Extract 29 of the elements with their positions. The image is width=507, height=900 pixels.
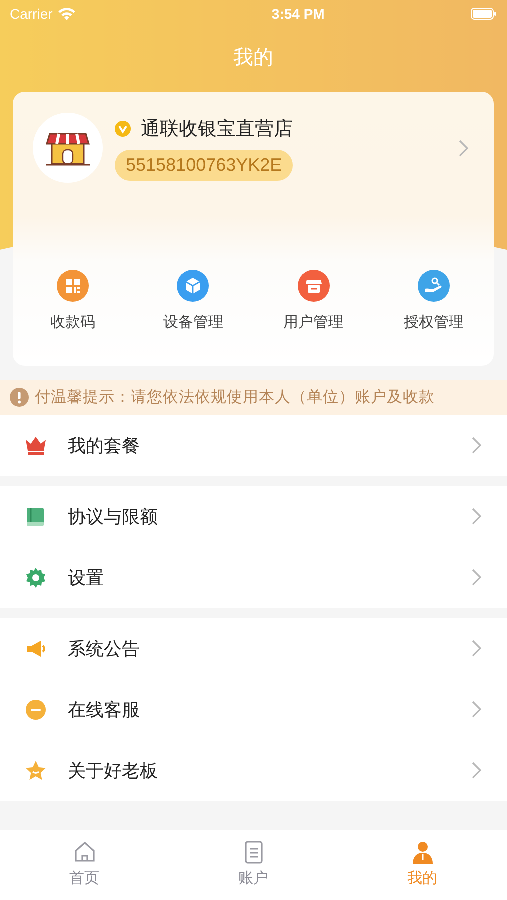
quick-action-button[interactable]: 授权管理 [374,270,494,332]
menu-item[interactable]: 关于好老板 [0,740,507,801]
menu-item[interactable]: 在线客服 [0,679,507,740]
menu-item[interactable]: 我的套餐 [0,415,507,476]
quick-action-button[interactable]: 用户管理 [254,270,374,332]
menu-item[interactable]: 系统公告 [0,618,507,679]
status-time: 3:54 PM [272,6,325,22]
chevron-right-icon [459,140,469,156]
chevron-right-icon [472,569,482,586]
battery-icon [470,8,497,20]
chevron-right-icon [472,508,482,525]
menu-item[interactable]: 协议与限额 [0,486,507,547]
merchant-id-badge: 55158100763YK2E [115,150,294,180]
chat-icon [24,698,48,722]
chevron-right-icon [472,762,482,779]
chevron-right-icon [472,437,482,454]
page-title: 我的 [234,44,274,70]
star-icon [24,758,48,782]
chevron-right-icon [472,640,482,657]
store-name: 通联收银宝直营店 [141,116,293,142]
chevron-right-icon [472,701,482,718]
menu-item[interactable]: 设置 [0,547,507,608]
wifi-icon [58,8,76,20]
quick-action-button[interactable]: 收款码 [13,270,134,332]
gear-icon [24,566,48,590]
carrier-label: Carrier [10,6,53,22]
warning-icon [10,388,29,407]
quick-action-button[interactable]: 设备管理 [133,270,254,332]
notice-text: 付温馨提示：请您依法依规使用本人（单位）账户及收款 [35,387,435,408]
